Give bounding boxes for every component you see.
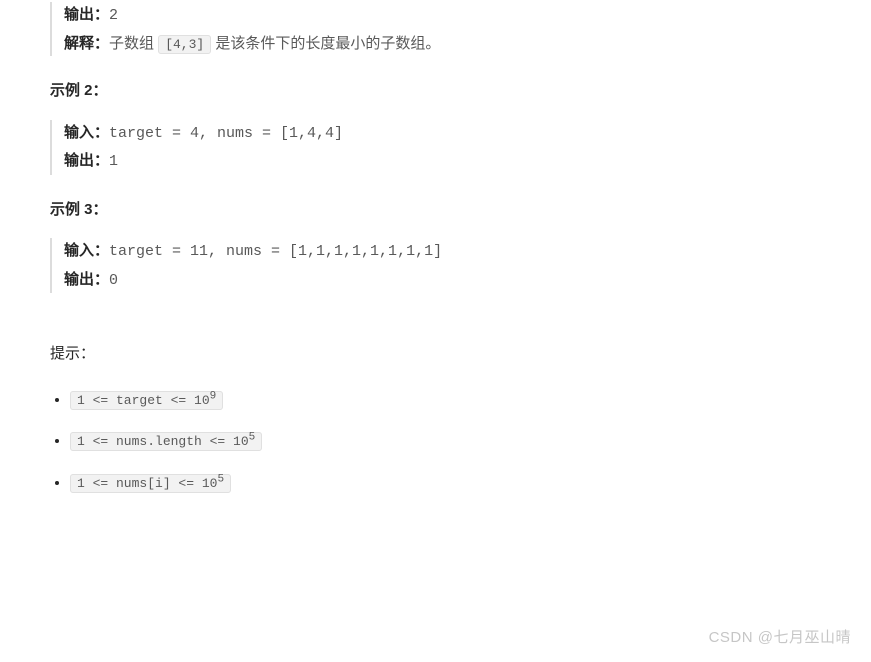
hint-code-2: 1 <= nums.length <= 105 [70, 432, 262, 451]
example-2-heading: 示例 2： [50, 78, 831, 104]
example-2-output: 输出：1 [64, 148, 831, 175]
explain-label: 解释： [64, 35, 109, 52]
input-value: target = 4, nums = [1,4,4] [109, 125, 343, 142]
hint-exp: 5 [217, 473, 224, 485]
hint-base: 1 <= nums.length <= 10 [77, 434, 249, 449]
example-1-block: 输出：2 解释：子数组 [4,3] 是该条件下的长度最小的子数组。 [50, 2, 831, 56]
explain-suffix: 是该条件下的长度最小的子数组。 [211, 35, 440, 52]
hint-item-2: 1 <= nums.length <= 105 [70, 428, 831, 454]
problem-content: 输出：2 解释：子数组 [4,3] 是该条件下的长度最小的子数组。 示例 2： … [0, 2, 871, 495]
hint-exp: 5 [249, 432, 256, 444]
output-value: 2 [109, 7, 118, 24]
example-1-explain: 解释：子数组 [4,3] 是该条件下的长度最小的子数组。 [64, 31, 831, 57]
output-label: 输出： [64, 271, 109, 288]
example-3-output: 输出：0 [64, 267, 831, 294]
output-label: 输出： [64, 6, 109, 23]
hint-item-1: 1 <= target <= 109 [70, 387, 831, 413]
output-label: 输出： [64, 152, 109, 169]
hints-list: 1 <= target <= 109 1 <= nums.length <= 1… [70, 387, 831, 496]
watermark: CSDN @七月巫山晴 [709, 625, 851, 651]
hint-exp: 9 [210, 390, 217, 402]
hints-heading: 提示： [50, 341, 831, 367]
example-2-input: 输入：target = 4, nums = [1,4,4] [64, 120, 831, 147]
example-3-heading: 示例 3： [50, 197, 831, 223]
example-3-block: 输入：target = 11, nums = [1,1,1,1,1,1,1,1]… [50, 238, 831, 293]
input-label: 输入： [64, 124, 109, 141]
example-1-output: 输出：2 [64, 2, 831, 29]
example-2-block: 输入：target = 4, nums = [1,4,4] 输出：1 [50, 120, 831, 175]
example-3-input: 输入：target = 11, nums = [1,1,1,1,1,1,1,1] [64, 238, 831, 265]
input-value: target = 11, nums = [1,1,1,1,1,1,1,1] [109, 243, 442, 260]
output-value: 0 [109, 272, 118, 289]
hint-code-3: 1 <= nums[i] <= 105 [70, 474, 231, 493]
output-value: 1 [109, 153, 118, 170]
explain-code: [4,3] [158, 35, 211, 54]
hint-code-1: 1 <= target <= 109 [70, 391, 223, 410]
explain-prefix: 子数组 [109, 35, 158, 52]
hint-base: 1 <= target <= 10 [77, 393, 210, 408]
hint-item-3: 1 <= nums[i] <= 105 [70, 470, 831, 496]
input-label: 输入： [64, 242, 109, 259]
hint-base: 1 <= nums[i] <= 10 [77, 476, 217, 491]
